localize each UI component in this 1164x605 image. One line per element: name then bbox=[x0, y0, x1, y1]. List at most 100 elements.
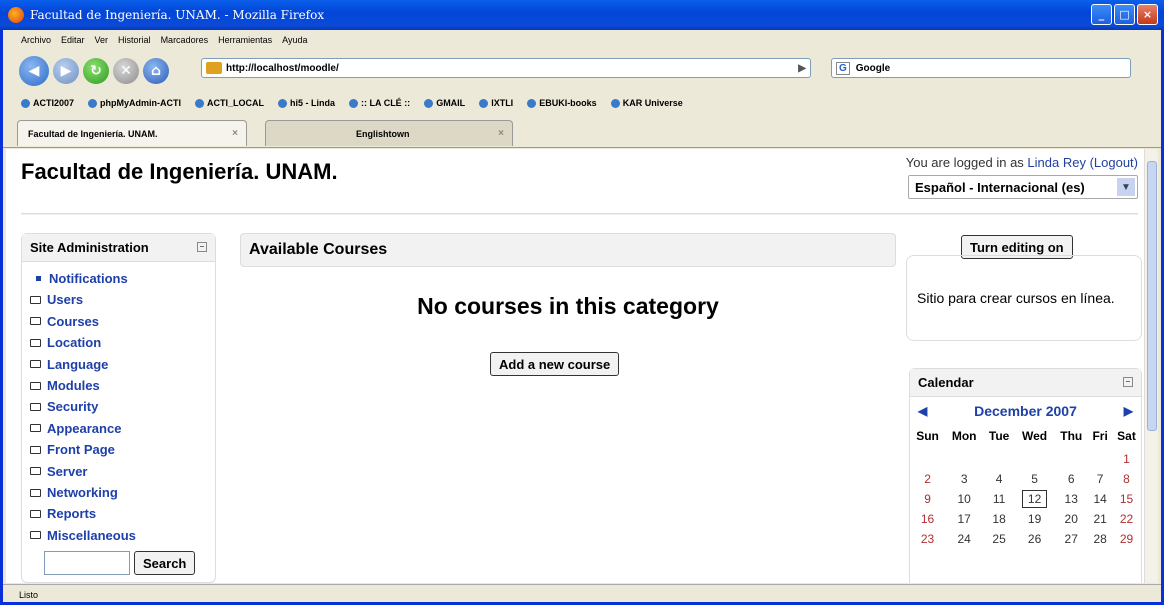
calendar-day[interactable]: 20 bbox=[1054, 509, 1088, 529]
bookmark-item[interactable]: EBUKI-books bbox=[527, 98, 597, 108]
calendar-day[interactable]: 21 bbox=[1088, 509, 1112, 529]
calendar-day[interactable]: 26 bbox=[1015, 529, 1054, 549]
tab-facultad[interactable]: Facultad de Ingeniería. UNAM. × bbox=[17, 120, 247, 146]
menu-marcadores[interactable]: Marcadores bbox=[161, 35, 209, 45]
admin-item-networking[interactable]: Networking bbox=[30, 482, 207, 503]
bookmark-item[interactable]: GMAIL bbox=[424, 98, 465, 108]
reload-button[interactable]: ↻ bbox=[83, 58, 109, 84]
url-bar[interactable]: http://localhost/moodle/ ▶ bbox=[201, 58, 811, 78]
admin-search-input[interactable] bbox=[44, 551, 130, 575]
folder-icon bbox=[30, 488, 41, 497]
next-month-icon[interactable]: ▶ bbox=[1124, 404, 1133, 418]
prev-month-icon[interactable]: ◀ bbox=[918, 404, 927, 418]
admin-item-location[interactable]: Location bbox=[30, 332, 207, 353]
calendar-day-header: Thu bbox=[1060, 429, 1083, 443]
folder-icon bbox=[30, 317, 41, 326]
calendar-day[interactable]: 27 bbox=[1054, 529, 1088, 549]
admin-item-front-page[interactable]: Front Page bbox=[30, 439, 207, 460]
calendar-day[interactable]: 18 bbox=[983, 509, 1015, 529]
calendar-day[interactable]: 15 bbox=[1112, 489, 1141, 509]
back-button[interactable]: ◀ bbox=[19, 56, 49, 86]
tab-englishtown[interactable]: Englishtown × bbox=[265, 120, 513, 146]
page-title: Facultad de Ingeniería. UNAM. bbox=[21, 159, 338, 184]
maximize-button[interactable]: □ bbox=[1114, 4, 1135, 25]
calendar-day[interactable]: 9 bbox=[910, 489, 945, 509]
minimize-button[interactable]: _ bbox=[1091, 4, 1112, 25]
search-button[interactable]: Search bbox=[134, 551, 196, 575]
language-select[interactable]: Español - Internacional (es) ▼ bbox=[908, 175, 1138, 199]
bookmark-item[interactable]: ACTI2007 bbox=[21, 98, 74, 108]
vertical-scrollbar[interactable] bbox=[1144, 149, 1158, 583]
menu-ayuda[interactable]: Ayuda bbox=[282, 35, 307, 45]
admin-item-users[interactable]: Users bbox=[30, 289, 207, 310]
bookmark-item[interactable]: :: LA CLÉ :: bbox=[349, 98, 410, 108]
calendar-day[interactable]: 17 bbox=[945, 509, 983, 529]
calendar-day[interactable]: 3 bbox=[945, 469, 983, 489]
admin-item-appearance[interactable]: Appearance bbox=[30, 418, 207, 439]
calendar-day[interactable]: 13 bbox=[1054, 489, 1088, 509]
close-tab-icon[interactable]: × bbox=[232, 128, 238, 139]
bookmark-item[interactable]: ACTI_LOCAL bbox=[195, 98, 264, 108]
bookmark-item[interactable]: IXTLI bbox=[479, 98, 513, 108]
menu-ver[interactable]: Ver bbox=[95, 35, 109, 45]
calendar-day[interactable]: 8 bbox=[1112, 469, 1141, 489]
bookmark-icon bbox=[88, 98, 98, 108]
calendar-day[interactable]: 10 bbox=[945, 489, 983, 509]
admin-item-language[interactable]: Language bbox=[30, 354, 207, 375]
browser-window: Facultad de Ingeniería. UNAM. - Mozilla … bbox=[0, 0, 1164, 605]
calendar-day[interactable]: 25 bbox=[983, 529, 1015, 549]
calendar-day[interactable]: 12 bbox=[1015, 489, 1054, 509]
calendar-day[interactable]: 4 bbox=[983, 469, 1015, 489]
calendar-day[interactable]: 7 bbox=[1088, 469, 1112, 489]
search-bar[interactable]: G Google bbox=[831, 58, 1131, 78]
bookmark-item[interactable]: KAR Universe bbox=[610, 98, 683, 108]
close-tab-icon[interactable]: × bbox=[498, 128, 504, 139]
bookmark-icon bbox=[195, 98, 205, 108]
admin-item-notifications[interactable]: Notifications bbox=[30, 268, 207, 289]
add-course-button[interactable]: Add a new course bbox=[490, 352, 620, 376]
calendar-day[interactable]: 1 bbox=[1112, 449, 1141, 469]
admin-item-security[interactable]: Security bbox=[30, 396, 207, 417]
bookmark-item[interactable]: phpMyAdmin-ACTI bbox=[88, 98, 181, 108]
menu-herramientas[interactable]: Herramientas bbox=[218, 35, 272, 45]
menu-archivo[interactable]: Archivo bbox=[21, 35, 51, 45]
calendar-day[interactable]: 6 bbox=[1054, 469, 1088, 489]
forward-button[interactable]: ▶ bbox=[53, 58, 79, 84]
admin-item-courses[interactable]: Courses bbox=[30, 311, 207, 332]
calendar-day[interactable]: 16 bbox=[910, 509, 945, 529]
user-link[interactable]: Linda Rey bbox=[1027, 155, 1086, 170]
menu-editar[interactable]: Editar bbox=[61, 35, 85, 45]
collapse-icon[interactable]: – bbox=[1123, 377, 1133, 387]
calendar-month[interactable]: December 2007 bbox=[974, 403, 1077, 419]
admin-item-server[interactable]: Server bbox=[30, 461, 207, 482]
logout-link[interactable]: (Logout) bbox=[1090, 155, 1138, 170]
calendar-day[interactable]: 11 bbox=[983, 489, 1015, 509]
calendar-day[interactable]: 2 bbox=[910, 469, 945, 489]
collapse-icon[interactable]: – bbox=[197, 242, 207, 252]
home-button[interactable]: ⌂ bbox=[143, 58, 169, 84]
admin-item-miscellaneous[interactable]: Miscellaneous bbox=[30, 525, 207, 546]
calendar-day[interactable]: 14 bbox=[1088, 489, 1112, 509]
calendar-day[interactable]: 24 bbox=[945, 529, 983, 549]
bookmark-icon bbox=[610, 98, 620, 108]
calendar-day-header: Mon bbox=[951, 429, 977, 443]
folder-icon bbox=[30, 403, 41, 412]
bookmark-item[interactable]: hi5 - Linda bbox=[278, 98, 335, 108]
stop-button[interactable]: ✕ bbox=[113, 58, 139, 84]
calendar-day[interactable]: 29 bbox=[1112, 529, 1141, 549]
menu-historial[interactable]: Historial bbox=[118, 35, 151, 45]
chevron-down-icon[interactable]: ▼ bbox=[1117, 178, 1135, 196]
calendar-day[interactable]: 28 bbox=[1088, 529, 1112, 549]
calendar-day[interactable]: 23 bbox=[910, 529, 945, 549]
close-button[interactable]: × bbox=[1137, 4, 1158, 25]
go-arrow-icon[interactable]: ▶ bbox=[798, 63, 806, 74]
scrollbar-thumb[interactable] bbox=[1147, 161, 1157, 431]
no-courses-message: No courses in this category bbox=[417, 293, 719, 319]
admin-item-reports[interactable]: Reports bbox=[30, 503, 207, 524]
calendar-day[interactable]: 19 bbox=[1015, 509, 1054, 529]
available-courses-title: Available Courses bbox=[240, 233, 896, 267]
calendar-day[interactable]: 5 bbox=[1015, 469, 1054, 489]
admin-item-modules[interactable]: Modules bbox=[30, 375, 207, 396]
google-icon[interactable]: G bbox=[836, 61, 850, 75]
calendar-day[interactable]: 22 bbox=[1112, 509, 1141, 529]
